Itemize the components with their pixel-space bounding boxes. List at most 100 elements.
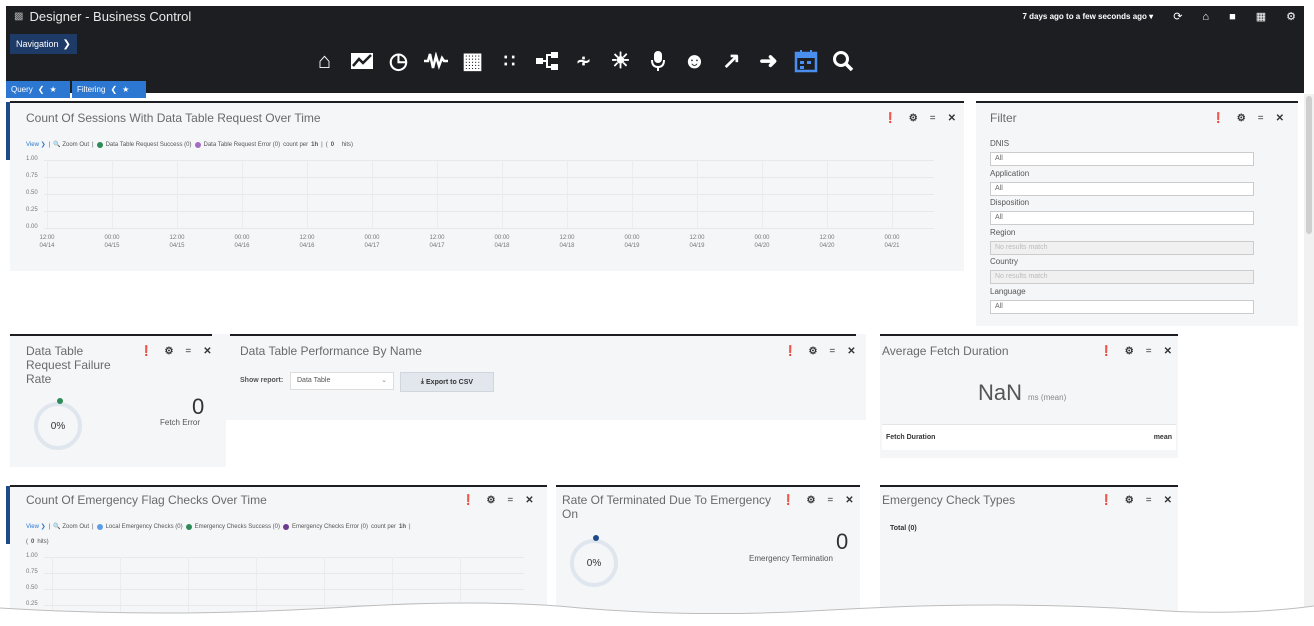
gear-icon[interactable]: ⚙ (808, 346, 817, 357)
minimize-icon[interactable]: = (507, 495, 513, 506)
microphone-icon[interactable] (644, 46, 671, 76)
calendar-active-icon[interactable] (792, 46, 819, 76)
x-tick-label: 12:00 04/19 (682, 234, 712, 250)
info-icon[interactable]: ❗ (784, 346, 796, 357)
minimize-icon[interactable]: = (829, 346, 835, 357)
gear-icon[interactable]: ⚙ (1125, 346, 1134, 357)
dashboard: ▩ Designer - Business Control Navigation… (0, 0, 1314, 626)
minimize-icon[interactable]: = (1258, 113, 1264, 124)
minimize-icon[interactable]: = (1146, 346, 1152, 357)
gear-icon[interactable]: ⚙ (1237, 113, 1246, 124)
arrow-up-right-icon[interactable]: ↗ (718, 46, 745, 76)
line-chart-icon[interactable] (348, 46, 375, 76)
export-csv-button[interactable]: ⤓ Export to CSV (400, 372, 494, 392)
close-icon[interactable]: ✕ (1276, 113, 1284, 124)
view-label: View (26, 142, 39, 148)
close-icon[interactable]: ✕ (1164, 346, 1172, 357)
zoom-out-button[interactable]: 🔍 Zoom Out (53, 141, 89, 148)
filter-select[interactable]: All (990, 181, 1254, 196)
filter-select[interactable]: All (990, 211, 1254, 225)
history-icon[interactable]: ◷ (385, 46, 412, 76)
close-icon[interactable]: ✕ (1164, 495, 1172, 506)
info-icon[interactable]: ❗ (1100, 495, 1112, 506)
separator: | (48, 141, 51, 148)
minimize-icon[interactable]: = (1146, 495, 1152, 506)
filter-label: Country (990, 257, 1019, 266)
close-icon[interactable]: ✕ (845, 495, 853, 506)
info-icon[interactable]: ❗ (1212, 113, 1224, 124)
close-icon[interactable]: ✕ (203, 346, 211, 357)
avg-fetch-value-group: NaN ms (mean) (978, 380, 1066, 406)
waveform-icon[interactable] (422, 46, 449, 76)
close-icon[interactable]: ✕ (847, 346, 855, 357)
info-icon[interactable]: ❗ (782, 495, 794, 506)
gear-icon[interactable]: ⚙ (486, 495, 495, 506)
refresh-icon[interactable]: ⟳ (1173, 10, 1182, 23)
count-per-unit[interactable]: 1h (399, 524, 406, 530)
panel-controls: ❗ ⚙ = ✕ (1212, 113, 1284, 124)
panel-controls: ❗ ⚙ = ✕ (884, 113, 956, 124)
save-icon[interactable]: ▦ (1256, 10, 1266, 23)
home-icon[interactable]: ⌂ (311, 46, 338, 76)
sign-in-icon[interactable]: ➜ (755, 46, 782, 76)
info-icon[interactable]: ❗ (462, 495, 474, 506)
legend-item[interactable]: Data Table Request Success (0) (106, 142, 192, 148)
grid-line (307, 160, 308, 228)
grid-line (697, 160, 698, 228)
zoom-out-button[interactable]: 🔍 Zoom Out (53, 523, 89, 530)
time-range-selector[interactable]: 7 days ago to a few seconds ago ▾ (1022, 12, 1153, 21)
tab-filtering-label: Filtering (77, 85, 106, 94)
count-per-unit[interactable]: 1h (311, 142, 318, 148)
view-link[interactable]: View ❯ (26, 141, 46, 148)
filter-select[interactable]: All (990, 152, 1254, 166)
column-header[interactable]: mean (1154, 434, 1172, 441)
settings-icon[interactable]: ⚙ (1286, 10, 1296, 23)
flow-icon[interactable] (533, 46, 560, 76)
filter-label: Application (990, 168, 1030, 178)
close-icon[interactable]: ✕ (525, 495, 533, 506)
legend-item[interactable]: Local Emergency Checks (0) (106, 524, 183, 530)
grid-line (44, 228, 934, 229)
gear-icon[interactable]: ⚙ (806, 495, 815, 506)
calendar-grid-icon[interactable]: ▦ (459, 46, 486, 76)
info-icon[interactable]: ❗ (140, 346, 152, 357)
folder-icon[interactable]: ■ (1229, 11, 1236, 23)
legend-item[interactable]: Data Table Request Error (0) (204, 142, 281, 148)
filter-select: No results match (990, 240, 1254, 255)
grid-icon[interactable]: ∷ (496, 46, 523, 76)
sun-icon[interactable]: ☀ (607, 46, 634, 76)
report-select[interactable]: Data Table ⌄ (290, 372, 394, 390)
hits-suffix: hits) (341, 141, 354, 148)
navigation-button[interactable]: Navigation ❯ (10, 34, 77, 54)
search-icon[interactable] (829, 46, 856, 76)
tab-filtering[interactable]: Filtering ❮ ★ (72, 81, 146, 98)
x-tick-label: 12:00 04/17 (422, 234, 452, 250)
gear-icon[interactable]: ⚙ (164, 346, 173, 357)
minimize-icon[interactable]: = (930, 113, 936, 124)
x-tick-time: 00:00 (234, 235, 250, 241)
minimize-icon[interactable]: = (185, 346, 191, 357)
tab-query[interactable]: Query ❮ ★ (6, 81, 70, 98)
close-icon[interactable]: ✕ (948, 113, 956, 124)
minimize-icon[interactable]: = (827, 495, 833, 506)
column-header[interactable]: Fetch Duration (886, 434, 935, 441)
panel-controls: ❗ ⚙ = ✕ (1100, 495, 1172, 506)
home-icon[interactable]: ⌂ (1202, 11, 1209, 23)
agent-icon[interactable]: ☻ (681, 46, 708, 76)
gear-icon[interactable]: ⚙ (909, 113, 918, 124)
panel-title: Data Table Performance By Name (240, 344, 422, 358)
fetch-error-label: Fetch Error (160, 418, 201, 427)
dashboard-icon-bar: ⌂ ◷ ▦ ∷ ∻ ☀ ☻ ↗ ➜ (311, 46, 856, 76)
legend-dot (96, 141, 103, 148)
info-icon[interactable]: ❗ (884, 113, 896, 124)
report-select-value: Data Table (297, 377, 331, 384)
filter-select[interactable]: All (990, 299, 1254, 314)
gear-icon[interactable]: ⚙ (1125, 495, 1134, 506)
page-scrollbar-thumb[interactable] (1306, 96, 1312, 234)
legend-item[interactable]: Emergency Checks Success (0) (195, 524, 280, 530)
network-icon[interactable]: ∻ (570, 46, 597, 76)
grid-line (827, 160, 828, 228)
info-icon[interactable]: ❗ (1100, 346, 1112, 357)
view-link[interactable]: View ❯ (26, 523, 46, 530)
legend-item[interactable]: Emergency Checks Error (0) (292, 524, 368, 530)
